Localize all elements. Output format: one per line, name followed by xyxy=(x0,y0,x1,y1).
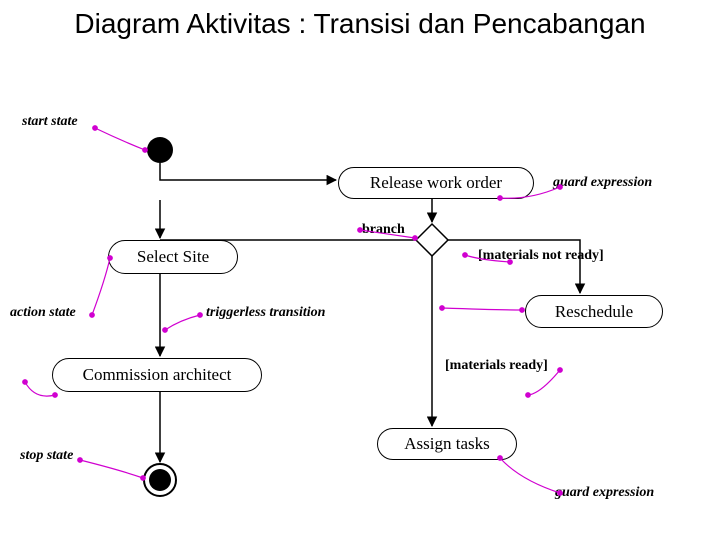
page-title: Diagram Aktivitas : Transisi dan Pencaba… xyxy=(0,8,720,40)
pointer-guard-2 xyxy=(500,458,560,493)
activity-commission-architect: Commission architect xyxy=(52,358,262,392)
pointer-reschedule xyxy=(442,308,522,310)
pointer-start-state xyxy=(95,128,145,150)
label-start-state: start state xyxy=(22,114,78,130)
pointer-action-state xyxy=(92,258,110,315)
pointer-triggerless xyxy=(165,315,200,330)
activity-select-site: Select Site xyxy=(108,240,238,274)
pointer-commission xyxy=(25,382,55,396)
decision-diamond-icon xyxy=(416,224,448,256)
start-state-icon xyxy=(147,137,173,163)
label-action-state: action state xyxy=(10,305,76,321)
label-guard-expression-1: guard expression xyxy=(553,175,652,191)
activity-reschedule: Reschedule xyxy=(525,295,663,328)
label-guard-expression-2: guard expression xyxy=(555,485,654,501)
stop-state-icon xyxy=(144,464,176,496)
label-branch: branch xyxy=(362,222,405,238)
diagram-canvas xyxy=(0,0,720,540)
activity-release-work-order: Release work order xyxy=(338,167,534,199)
guard-materials-not-ready: [materials not ready] xyxy=(478,248,604,264)
pointer-stop-state xyxy=(80,460,143,478)
guard-materials-ready: [materials ready] xyxy=(445,358,548,374)
label-stop-state: stop state xyxy=(20,448,73,464)
label-triggerless-transition: triggerless transition xyxy=(206,305,325,321)
activity-assign-tasks: Assign tasks xyxy=(377,428,517,460)
